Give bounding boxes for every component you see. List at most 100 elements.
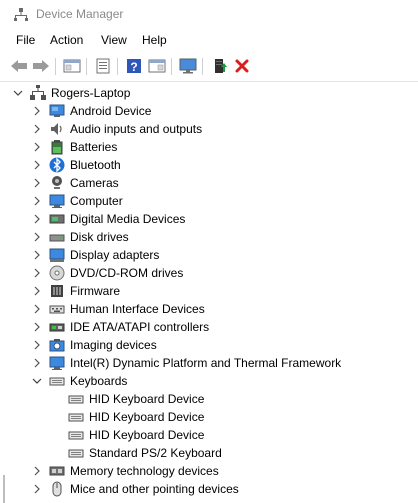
- tree-device-hid-keyboard[interactable]: HID Keyboard Device: [0, 408, 418, 426]
- tree-category-memory[interactable]: Memory technology devices: [0, 462, 418, 480]
- tree-device-label: Standard PS/2 Keyboard: [89, 446, 222, 460]
- chevron-down-icon[interactable]: [13, 88, 23, 98]
- tree-category-label: IDE ATA/ATAPI controllers: [70, 320, 210, 334]
- audio-icon: [49, 121, 65, 137]
- tree-category-display-adapters[interactable]: Display adapters: [0, 246, 418, 264]
- tree-category-label: Human Interface Devices: [70, 302, 205, 316]
- keyboard-icon: [49, 373, 65, 389]
- tree-device-label: HID Keyboard Device: [89, 428, 205, 442]
- intel-framework-icon: [49, 355, 65, 371]
- chevron-down-icon[interactable]: [32, 376, 42, 386]
- chevron-right-icon[interactable]: [32, 340, 42, 350]
- bluetooth-icon: [49, 157, 65, 173]
- tree-category-android-device[interactable]: Android Device: [0, 102, 418, 120]
- tree-category-intel-framework[interactable]: Intel(R) Dynamic Platform and Thermal Fr…: [0, 354, 418, 372]
- tree-device-hid-keyboard[interactable]: HID Keyboard Device: [0, 426, 418, 444]
- tree-category-disk-drives[interactable]: Disk drives: [0, 228, 418, 246]
- back-icon[interactable]: [9, 56, 29, 76]
- keyboard-icon: [68, 409, 84, 425]
- hid-icon: [49, 301, 65, 317]
- menu-bar: File Action View Help: [0, 30, 418, 51]
- toolbar-separator: [117, 58, 118, 75]
- show-hide-console-tree-icon[interactable]: [62, 56, 82, 76]
- tree-category-label: Bluetooth: [70, 158, 121, 172]
- update-driver-icon[interactable]: [210, 56, 230, 76]
- tree-category-audio[interactable]: Audio inputs and outputs: [0, 120, 418, 138]
- tree-category-label: DVD/CD-ROM drives: [70, 266, 184, 280]
- media-device-icon: [49, 211, 65, 227]
- dvd-icon: [49, 265, 65, 281]
- chevron-right-icon[interactable]: [32, 178, 42, 188]
- memory-icon: [49, 463, 65, 479]
- tree-category-label: Mice and other pointing devices: [70, 482, 239, 496]
- chevron-right-icon[interactable]: [32, 124, 42, 134]
- uninstall-icon[interactable]: [232, 56, 252, 76]
- chevron-right-icon[interactable]: [32, 268, 42, 278]
- toolbar-separator: [86, 58, 87, 75]
- toolbar-separator: [55, 58, 56, 75]
- chevron-right-icon[interactable]: [32, 466, 42, 476]
- battery-icon: [49, 139, 65, 155]
- menu-action[interactable]: Action: [50, 33, 83, 47]
- device-manager-app-icon: [14, 8, 28, 22]
- chevron-right-icon[interactable]: [32, 160, 42, 170]
- menu-help[interactable]: Help: [142, 33, 167, 47]
- tree-category-hid[interactable]: Human Interface Devices: [0, 300, 418, 318]
- tree-root-label: Rogers-Laptop: [51, 86, 131, 100]
- tree-category-imaging[interactable]: Imaging devices: [0, 336, 418, 354]
- chevron-right-icon[interactable]: [32, 106, 42, 116]
- monitor-icon[interactable]: [178, 56, 198, 76]
- tree-device-ps2-keyboard[interactable]: Standard PS/2 Keyboard: [0, 444, 418, 462]
- tree-category-dvd[interactable]: DVD/CD-ROM drives: [0, 264, 418, 282]
- tree-category-label: Display adapters: [70, 248, 160, 262]
- ide-controller-icon: [49, 319, 65, 335]
- tree-device-label: HID Keyboard Device: [89, 410, 205, 424]
- toolbar: ?: [0, 51, 418, 82]
- mouse-icon: [49, 481, 65, 497]
- chevron-right-icon[interactable]: [32, 484, 42, 494]
- properties-icon[interactable]: [93, 56, 113, 76]
- tree-category-label: Firmware: [70, 284, 120, 298]
- help-icon[interactable]: ?: [124, 56, 144, 76]
- tree-category-firmware[interactable]: Firmware: [0, 282, 418, 300]
- toolbar-separator: [202, 58, 203, 75]
- tree-category-ide[interactable]: IDE ATA/ATAPI controllers: [0, 318, 418, 336]
- svg-text:?: ?: [130, 60, 137, 74]
- keyboard-icon: [68, 427, 84, 443]
- tree-category-keyboards[interactable]: Keyboards: [0, 372, 418, 390]
- camera-icon: [49, 175, 65, 191]
- tree-device-hid-keyboard[interactable]: HID Keyboard Device: [0, 390, 418, 408]
- chevron-right-icon[interactable]: [32, 250, 42, 260]
- display-adapter-icon: [49, 247, 65, 263]
- forward-icon[interactable]: [31, 56, 51, 76]
- toolbar-separator: [171, 58, 172, 75]
- tree-root[interactable]: Rogers-Laptop: [0, 84, 418, 102]
- chevron-right-icon[interactable]: [32, 286, 42, 296]
- tree-category-label: Disk drives: [70, 230, 129, 244]
- chevron-right-icon[interactable]: [32, 232, 42, 242]
- tree-category-computer[interactable]: Computer: [0, 192, 418, 210]
- chevron-right-icon[interactable]: [32, 214, 42, 224]
- chevron-right-icon[interactable]: [32, 322, 42, 332]
- tree-category-batteries[interactable]: Batteries: [0, 138, 418, 156]
- menu-file[interactable]: File: [16, 33, 35, 47]
- menu-view[interactable]: View: [101, 33, 127, 47]
- tree-category-bluetooth[interactable]: Bluetooth: [0, 156, 418, 174]
- window-title: Device Manager: [36, 7, 124, 21]
- tree-category-label: Audio inputs and outputs: [70, 122, 203, 136]
- tree-category-cameras[interactable]: Cameras: [0, 174, 418, 192]
- tree-category-label: Intel(R) Dynamic Platform and Thermal Fr…: [70, 356, 342, 370]
- chevron-right-icon[interactable]: [32, 196, 42, 206]
- chevron-right-icon[interactable]: [32, 142, 42, 152]
- tree-category-label: Batteries: [70, 140, 118, 154]
- scrollbar-track[interactable]: [3, 475, 5, 503]
- keyboard-icon: [68, 391, 84, 407]
- tree-category-mice[interactable]: Mice and other pointing devices: [0, 480, 418, 498]
- tree-category-digital-media[interactable]: Digital Media Devices: [0, 210, 418, 228]
- tree-device-label: HID Keyboard Device: [89, 392, 205, 406]
- chevron-right-icon[interactable]: [32, 358, 42, 368]
- chevron-right-icon[interactable]: [32, 304, 42, 314]
- title-bar: Device Manager: [0, 0, 418, 30]
- action-pane-icon[interactable]: [147, 56, 167, 76]
- disk-drive-icon: [49, 229, 65, 245]
